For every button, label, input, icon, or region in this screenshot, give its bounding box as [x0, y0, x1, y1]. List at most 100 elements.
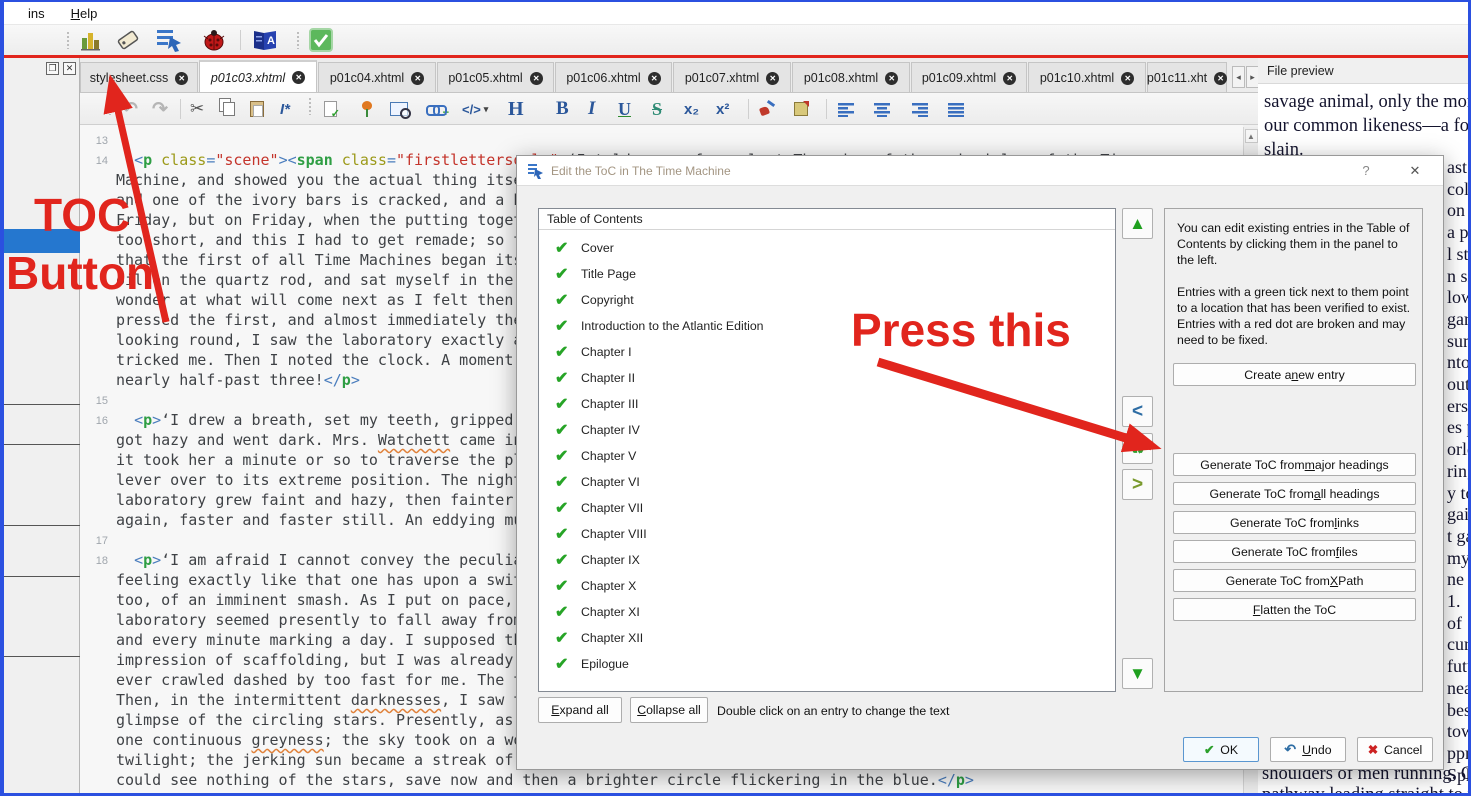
generate-toc-from-all-headings-button[interactable]: Generate ToC from a ll headings — [1173, 482, 1416, 505]
toolbar-handle[interactable] — [66, 31, 70, 49]
code-line[interactable]: looking round, I saw the laboratory exac… — [80, 331, 522, 351]
code-line[interactable]: 13 — [80, 131, 116, 151]
code-line[interactable]: pressed the first, and almost immediatel… — [80, 311, 522, 331]
format-brush-icon[interactable] — [760, 96, 776, 122]
toc-entry-epilogue[interactable]: ✔ Epilogue — [539, 651, 1115, 677]
code-line[interactable]: got hazy and went dark. Mrs. Watchett ca… — [80, 431, 522, 451]
subscript-icon[interactable]: x₂ — [684, 96, 699, 122]
toc-entry-chapter-x[interactable]: ✔ Chapter X — [539, 573, 1115, 599]
code-line[interactable]: tricked me. Then I noted the clock. A mo… — [80, 351, 513, 371]
paste-icon[interactable] — [250, 96, 264, 122]
tab-close-icon[interactable]: ✕ — [647, 71, 661, 85]
code-line[interactable]: and one of the ivory bars is cracked, an… — [80, 191, 522, 211]
element-selector-icon[interactable]: </> ▾ — [462, 96, 488, 122]
toolbar-handle[interactable] — [108, 97, 112, 115]
tab-p01c08.xhtml[interactable]: p01c08.xhtml ✕ — [792, 62, 910, 92]
code-line[interactable]: impression of scaffolding, but I was alr… — [80, 651, 513, 671]
special-character-icon[interactable] — [360, 96, 374, 122]
close-panel-icon[interactable]: ✕ — [63, 62, 76, 75]
dialog-help-icon[interactable]: ? — [1355, 163, 1377, 178]
move-up-button[interactable]: ▲ — [1122, 208, 1153, 239]
toolbar-handle[interactable] — [308, 97, 312, 115]
create-new-entry-button[interactable]: Create a n ew entry — [1173, 363, 1416, 386]
code-line[interactable]: lever over to its extreme position. The … — [80, 471, 522, 491]
code-line[interactable]: twilight; the jerking sun became a strea… — [80, 751, 513, 771]
code-line[interactable]: Machine, and showed you the actual thing… — [80, 171, 522, 191]
edit-toc-icon[interactable] — [154, 27, 184, 58]
strikethrough-icon[interactable]: S — [652, 96, 662, 122]
code-line[interactable]: Then, in the intermittent darknesses, I … — [80, 691, 522, 711]
tab-p01c06.xhtml[interactable]: p01c06.xhtml ✕ — [555, 62, 672, 92]
code-line[interactable]: 18 <p>‘I am afraid I cannot convey the p… — [80, 551, 523, 571]
tab-close-icon[interactable]: ✕ — [411, 71, 425, 85]
dialog-close-icon[interactable]: ✕ — [1403, 163, 1427, 179]
code-line[interactable]: 17 — [80, 531, 116, 551]
move-down-button[interactable]: ▼ — [1122, 658, 1153, 689]
tab-close-icon[interactable]: ✕ — [1214, 71, 1228, 85]
flatten-the-toc-button[interactable]: Flatten the ToC — [1173, 598, 1416, 621]
insert-image-icon[interactable] — [390, 96, 411, 122]
tab-scroll-right-icon[interactable]: ▸ — [1246, 66, 1258, 88]
code-line[interactable]: again, faster and faster still. An eddyi… — [80, 511, 522, 531]
mend-html-icon[interactable] — [324, 96, 340, 122]
code-line[interactable]: laboratory seemed presently to fall away… — [80, 611, 522, 631]
tab-close-icon[interactable]: ✕ — [175, 71, 189, 85]
toc-entry-chapter-vii[interactable]: ✔ Chapter VII — [539, 495, 1115, 521]
insert-marker-icon[interactable]: I* — [280, 96, 290, 122]
toc-entry-chapter-iv[interactable]: ✔ Chapter IV — [539, 417, 1115, 443]
code-line[interactable]: feeling exactly like that one has upon a… — [80, 571, 522, 591]
toc-entry-title-page[interactable]: ✔ Title Page — [539, 261, 1115, 287]
tab-close-icon[interactable]: ✕ — [885, 71, 899, 85]
superscript-icon[interactable]: x² — [716, 96, 729, 122]
expand-all-button[interactable]: Expand all — [538, 697, 622, 723]
clear-formatting-icon[interactable] — [794, 96, 809, 122]
bug-report-icon[interactable] — [200, 27, 228, 58]
tab-close-icon[interactable]: ✕ — [766, 71, 780, 85]
tab-close-icon[interactable]: ✕ — [529, 71, 543, 85]
code-line[interactable]: and every minute marking a day. I suppos… — [80, 631, 522, 651]
code-line[interactable]: nearly half-past three!</p> — [80, 371, 360, 391]
code-line[interactable]: laboratory grew faint and hazy, then fai… — [80, 491, 513, 511]
dialog-titlebar[interactable]: Edit the ToC in The Time Machine ? ✕ — [517, 156, 1443, 186]
translate-icon[interactable]: A — [250, 27, 280, 58]
heading-icon[interactable]: H — [508, 96, 524, 122]
code-line[interactable]: ever crawled dashed by too fast for me. … — [80, 671, 522, 691]
tab-p01c07.xhtml[interactable]: p01c07.xhtml ✕ — [673, 62, 791, 92]
underline-icon[interactable]: U — [618, 96, 631, 122]
italic-icon[interactable]: I — [588, 96, 595, 122]
copy-icon[interactable] — [218, 96, 235, 122]
reports-icon[interactable] — [78, 27, 104, 58]
unindent-button[interactable]: < — [1122, 396, 1153, 427]
bold-icon[interactable]: B — [556, 96, 569, 122]
align-left-icon[interactable] — [838, 96, 856, 122]
tab-p01c04.xhtml[interactable]: p01c04.xhtml ✕ — [318, 62, 436, 92]
align-right-icon[interactable] — [912, 96, 930, 122]
tab-p01c05.xhtml[interactable]: p01c05.xhtml ✕ — [437, 62, 554, 92]
code-line[interactable]: it took her a minute or so to traverse t… — [80, 451, 522, 471]
generate-toc-from-links-button[interactable]: Generate ToC from l inks — [1173, 511, 1416, 534]
tab-p01c03.xhtml[interactable]: p01c03.xhtml ✕ — [199, 60, 317, 92]
toc-entry-chapter-iii[interactable]: ✔ Chapter III — [539, 391, 1115, 417]
menu-help[interactable]: Help — [71, 6, 98, 21]
insert-link-icon[interactable]: + — [426, 96, 449, 122]
code-line[interactable]: one continuous greyness; the sky took on… — [80, 731, 522, 751]
undo-button[interactable]: ↶ Undo — [1270, 737, 1346, 762]
toc-entry-cover[interactable]: ✔ Cover — [539, 235, 1115, 261]
cancel-button[interactable]: ✖ Cancel — [1357, 737, 1433, 762]
cut-icon[interactable]: ✂ — [190, 96, 204, 122]
tab-close-icon[interactable]: ✕ — [1003, 71, 1017, 85]
tab-scroll-left-icon[interactable]: ◂ — [1232, 66, 1245, 88]
toc-entry-chapter-vi[interactable]: ✔ Chapter VI — [539, 469, 1115, 495]
tab-close-icon[interactable]: ✕ — [1121, 71, 1135, 85]
well-formed-check-icon[interactable] — [308, 27, 334, 58]
code-line[interactable]: glimpse of the circling stars. Presently… — [80, 711, 513, 731]
tab-p01c11.xht[interactable]: p01c11.xht ✕ — [1147, 62, 1228, 92]
code-line[interactable]: could see nothing of the stars, save now… — [80, 771, 974, 791]
align-center-icon[interactable] — [874, 96, 892, 122]
toc-tree-header[interactable]: Table of Contents — [539, 209, 1115, 230]
toc-entry-chapter-v[interactable]: ✔ Chapter V — [539, 443, 1115, 469]
menu-plugins[interactable]: ins — [28, 6, 45, 21]
tag-icon[interactable] — [114, 27, 142, 58]
tab-stylesheet.css[interactable]: stylesheet.css ✕ — [80, 62, 198, 92]
toc-entry-chapter-ii[interactable]: ✔ Chapter II — [539, 365, 1115, 391]
